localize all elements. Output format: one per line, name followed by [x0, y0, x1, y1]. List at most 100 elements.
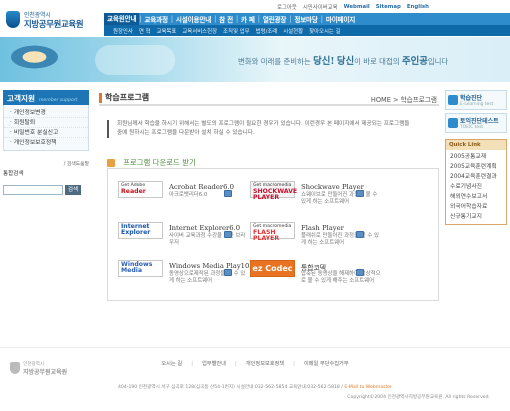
program-desc: 쇼웨이브로 만들어진 과정을 볼 수 있게 하는 소프트웨어	[301, 192, 378, 205]
sidebar-item-privacy-policy[interactable]: 개인정보보호정책	[4, 138, 88, 148]
main-nav: 교육원안내 | 교육과정 | 시설이용안내 | 참 전 | 카 페 | 열린광장…	[104, 13, 510, 25]
logo-name: Internet Explorer	[121, 223, 151, 236]
subnav-facility-status[interactable]: 시설현황	[280, 27, 306, 35]
webmail-link[interactable]: Webmail	[342, 4, 372, 10]
program-name[interactable]: Shockwave Player	[301, 183, 364, 191]
logo-name: Windows Media	[121, 261, 153, 274]
quick-link-item[interactable]: 2005공통교재	[446, 152, 506, 162]
quick-link-item[interactable]: 2004교육훈련결과	[446, 172, 506, 182]
nav-courses[interactable]: 교육과정	[141, 14, 170, 24]
breadcrumb: HOME > 학습프로그램	[370, 96, 437, 104]
download-icon[interactable]	[356, 269, 364, 276]
download-icon[interactable]	[356, 231, 364, 238]
site-logo[interactable]: 인천광역시 지방공무원교육원	[6, 9, 106, 33]
address-text: 404-190 인천광역시 서구 심곡로 128(심곡동 산54-1번지) 시설…	[118, 385, 343, 390]
footer-separator: |	[191, 361, 193, 367]
windows-media-logo[interactable]: Windows Media	[118, 260, 163, 277]
footer-link-privacy[interactable]: 개인정보보호정책	[242, 361, 288, 367]
banner-person-image	[10, 39, 80, 79]
intro-line: 회원님께서 학습을 하시기 위해서는 별도의 프로그램이 필요한 경우가 있습니…	[117, 121, 410, 127]
download-item-windows-media: Windows Media Windows Media Play10 동영상으로…	[112, 260, 262, 296]
header-visual-banner: 변화와 미래를 준비하는 당신! 당신이 바로 대접의 주인공입니다	[0, 37, 510, 82]
nav-participate[interactable]: 참 전	[216, 14, 236, 24]
checklist-icon	[448, 95, 458, 105]
logo-name: SHOCKWAVE PLAYER	[253, 188, 298, 201]
webmaster-email-link[interactable]: E-Mail to Webmaster	[344, 385, 392, 390]
sidebar-title-text: 고객지원	[7, 94, 35, 103]
quick-link-item[interactable]: 2005교육훈련계획	[446, 162, 506, 172]
download-item-acrobat: Get Adobe Reader Acrobat Reader6.0 아크로뱃리…	[112, 181, 262, 217]
sidebar-item-lost-password[interactable]: 비밀번호 분실신고	[4, 128, 88, 138]
program-desc: 압축된 동영상을 해제하여 정상적으로 볼 수 있게 해주는 소프트웨어	[301, 271, 381, 284]
download-icon[interactable]	[224, 190, 232, 197]
elearning-test-banner[interactable]: 학습진단 E-Learning test	[445, 90, 507, 110]
slogan-part: 변화	[238, 57, 252, 66]
slogan-emphasis: 당신	[336, 56, 355, 67]
subnav-goals[interactable]: 교육목표	[153, 27, 179, 35]
footer-emblem-icon	[10, 362, 20, 374]
nav-cafe[interactable]: 카 페	[238, 14, 258, 24]
download-item-flash: Get macromedia FLASH PLAYER Flash Player…	[244, 222, 394, 258]
subnav-greeting[interactable]: 원장인사	[110, 27, 136, 35]
slogan-emphasis: 당신!	[313, 56, 335, 67]
quick-link-item[interactable]: 외국어학습자료	[446, 202, 506, 212]
search-label: 통합검색	[3, 171, 24, 177]
subnav-organization[interactable]: 조직및 업무	[220, 27, 253, 35]
download-icon[interactable]	[224, 231, 232, 238]
nav-separator: |	[170, 15, 173, 23]
download-icon[interactable]	[224, 269, 232, 276]
nav-separator: |	[139, 15, 142, 23]
flash-player-logo[interactable]: Get macromedia FLASH PLAYER	[250, 222, 295, 242]
quick-link-item[interactable]: 수료기념사진	[446, 182, 506, 192]
nav-separator: |	[320, 15, 323, 23]
sitemap-link[interactable]: Sitemap	[374, 4, 403, 10]
nav-academy-info[interactable]: 교육원안내	[104, 13, 140, 25]
search-help-link[interactable]: / 검색도움말	[64, 160, 89, 167]
footer-separator: |	[235, 361, 237, 367]
slogan: 변화와 미래를 준비하는 당신! 당신이 바로 대접의 주인공입니다	[238, 53, 448, 67]
program-name[interactable]: Flash Player	[301, 224, 344, 232]
slogan-emphasis: 주인공	[401, 56, 428, 67]
ez-codec-logo[interactable]: ez Codec	[250, 260, 295, 277]
search-button[interactable]: 검색	[65, 185, 81, 195]
sidebar-title-en: member support	[38, 98, 78, 103]
download-title-text: 프로그램 다운로드 받기	[123, 158, 196, 167]
page-title-bar: 학습프로그램 HOME > 학습프로그램	[99, 90, 439, 106]
search-input[interactable]	[3, 185, 63, 195]
footer-link-directions[interactable]: 오시는 길	[157, 361, 186, 367]
nav-open-forum[interactable]: 열린광장	[260, 14, 289, 24]
shockwave-logo[interactable]: Get macromedia SHOCKWAVE PLAYER	[250, 181, 298, 201]
internet-explorer-logo[interactable]: Internet Explorer	[118, 222, 163, 239]
nav-separator: |	[257, 15, 260, 23]
quick-link-item[interactable]: 신규통기교지	[446, 212, 506, 222]
nav-info-hub[interactable]: 정보마당	[291, 14, 320, 24]
quick-link-list: 2005공통교재 2005교육훈련계획 2004교육훈련결과 수료기념사진 해외…	[446, 150, 506, 224]
utility-links: 로그아웃 시민사이버교육 Webmail Sitemap English	[275, 3, 431, 11]
footer-logo: 인천광역시 지방공무원교육원	[10, 360, 70, 376]
sidebar-item-edit-profile[interactable]: 개인정보변경	[4, 108, 88, 118]
adobe-reader-logo[interactable]: Get Adobe Reader	[118, 181, 163, 198]
sidebar-item-withdraw[interactable]: 회원탈퇴	[4, 118, 88, 128]
program-desc: 사이버 교육과정 수강을 위한 브라우저	[169, 233, 246, 246]
subnav-laws[interactable]: 법령/조례	[253, 27, 281, 35]
download-icon[interactable]	[356, 190, 364, 197]
nav-facilities[interactable]: 시설이용안내	[173, 14, 214, 24]
logo-title: 지방공무원교육원	[24, 19, 84, 29]
nav-my-page[interactable]: 마이페이지	[323, 14, 358, 24]
subnav-charter[interactable]: 교육서비스헌장	[179, 27, 220, 35]
banner-subtitle: TOEIC test	[460, 125, 484, 130]
nav-separator: |	[214, 15, 217, 23]
footer-link-email-refusal[interactable]: 이메일 무단수집거부	[300, 361, 353, 367]
logout-link[interactable]: 로그아웃	[275, 3, 299, 11]
quick-link-item[interactable]: 해외연수보고서	[446, 192, 506, 202]
citizen-cyber-link[interactable]: 시민사이버교육	[301, 3, 340, 11]
toeic-test-banner[interactable]: 토익진단테스트 TOEIC test	[445, 113, 507, 133]
subnav-history[interactable]: 연 혁	[136, 27, 154, 35]
program-name[interactable]: Windows Media Play10	[169, 262, 249, 270]
subnav-directions[interactable]: 찾아오시는 길	[306, 27, 343, 35]
right-sidebar: 학습진단 E-Learning test 토익진단테스트 TOEIC test …	[445, 90, 507, 225]
program-desc: 동영상으로제작된 과정을 볼 수 있게 하는 소프트웨어	[169, 271, 246, 284]
banner-subtitle: E-Learning test	[460, 102, 494, 107]
english-link[interactable]: English	[405, 4, 431, 10]
footer-link-guide[interactable]: 업무별안내	[198, 361, 230, 367]
